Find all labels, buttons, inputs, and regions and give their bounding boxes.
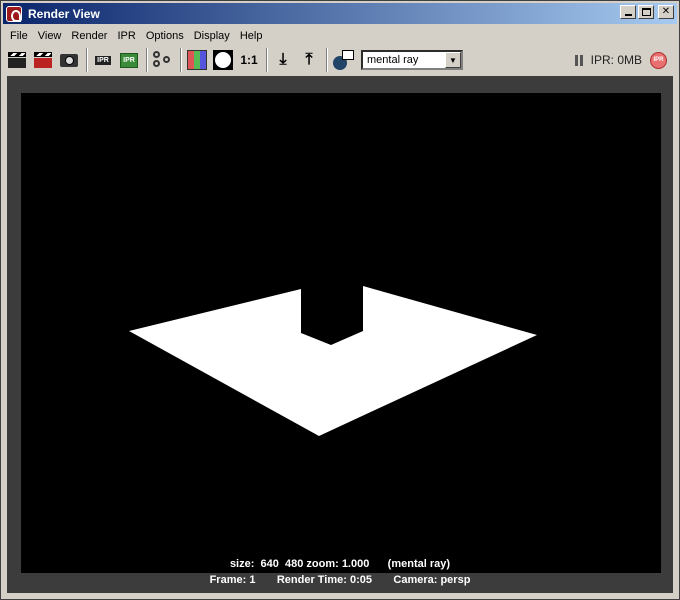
renderer-dropdown[interactable]: mental ray ▼	[361, 50, 463, 70]
menu-options[interactable]: Options	[141, 27, 189, 45]
menu-help[interactable]: Help	[235, 27, 268, 45]
toolbar-separator	[326, 48, 328, 72]
rendered-scene	[129, 286, 537, 436]
minimize-icon	[624, 14, 632, 16]
film-reels-icon	[153, 51, 173, 69]
camera-icon	[60, 53, 78, 67]
menu-ipr[interactable]: IPR	[112, 27, 140, 45]
renderer-value: mental ray	[367, 54, 419, 66]
render-size-info: size: 640 480 zoom: 1.000 (mental ray)	[229, 558, 451, 570]
render-diagnostics-button[interactable]	[331, 48, 355, 72]
ipr-render-button[interactable]: IPR	[91, 48, 115, 72]
remove-image-icon: ⤒	[305, 51, 313, 68]
title-bar[interactable]: Render View ✕	[3, 3, 677, 24]
redo-render-button[interactable]	[5, 48, 29, 72]
pause-icon[interactable]	[574, 54, 583, 66]
menu-render[interactable]: Render	[66, 27, 112, 45]
menu-display[interactable]: Display	[189, 27, 235, 45]
close-icon: ✕	[661, 6, 671, 17]
render-view-window: Render View ✕ File View Render IPR Optio…	[0, 0, 680, 600]
rgb-channels-icon	[187, 50, 207, 70]
clapperboard-icon	[8, 52, 26, 68]
snapshot-button[interactable]	[57, 48, 81, 72]
toolbar-separator	[146, 48, 148, 72]
ipr-memory-label: IPR: 0MB	[590, 53, 642, 67]
rendered-image	[21, 93, 661, 573]
menu-view[interactable]: View	[33, 27, 67, 45]
render-region-button[interactable]	[31, 48, 55, 72]
remove-image-button[interactable]: ⤒	[297, 48, 321, 72]
minimize-button[interactable]	[620, 5, 636, 19]
ipr-refresh-icon: IPR	[120, 52, 138, 68]
maya-app-icon	[6, 5, 22, 22]
ipr-clapper-icon: IPR	[95, 55, 111, 65]
alpha-channel-icon	[213, 50, 233, 70]
ipr-stop-icon[interactable]: IPR	[650, 51, 667, 69]
ipr-status-group: IPR: 0MB IPR	[574, 46, 667, 74]
maximize-button[interactable]	[638, 5, 654, 19]
maximize-icon	[641, 8, 651, 16]
render-viewport[interactable]: size: 640 480 zoom: 1.000 (mental ray) F…	[7, 76, 673, 593]
ipr-refresh-button[interactable]: IPR	[117, 48, 141, 72]
chevron-down-icon[interactable]: ▼	[445, 52, 461, 68]
toolbar-separator	[86, 48, 88, 72]
window-title: Render View	[28, 6, 100, 21]
menu-bar: File View Render IPR Options Display Hel…	[5, 27, 267, 45]
display-rgb-button[interactable]	[185, 48, 209, 72]
toolbar-separator	[266, 48, 268, 72]
display-alpha-button[interactable]	[211, 48, 235, 72]
real-size-label: 1:1	[240, 53, 258, 67]
real-size-button[interactable]: 1:1	[237, 48, 261, 72]
keep-image-icon: ⤓	[279, 51, 287, 68]
rendered-plane	[129, 286, 537, 436]
clapperboard-region-icon	[34, 52, 52, 68]
render-settings-button[interactable]	[151, 48, 175, 72]
render-frame-info: Frame: 1 Render Time: 0:05 Camera: persp	[209, 574, 471, 586]
close-button[interactable]: ✕	[658, 5, 674, 19]
keep-image-button[interactable]: ⤓	[271, 48, 295, 72]
menu-file[interactable]: File	[5, 27, 33, 45]
render-note-icon	[332, 50, 354, 70]
window-controls: ✕	[620, 5, 674, 19]
toolbar: IPR IPR 1:1 ⤓ ⤒ mental ray ▼ IPR: 0MB IP…	[5, 46, 675, 74]
toolbar-separator	[180, 48, 182, 72]
